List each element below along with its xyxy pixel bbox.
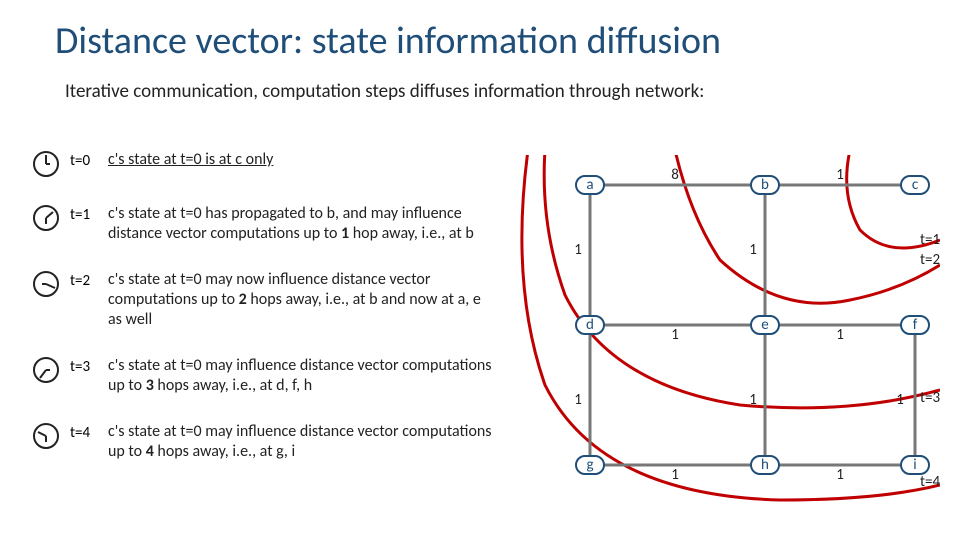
edge-weight: 1: [836, 166, 844, 184]
node-e: e: [750, 315, 780, 335]
node-i: i: [900, 455, 930, 475]
step-time: t=4: [70, 422, 108, 442]
step-time: t=2: [70, 270, 108, 290]
step-row: t=0 c's state at t=0 is at c only: [72, 150, 492, 178]
network-graph: a b c d e f g h i 8 1 1 1 1 1 1 1 1 1 1 …: [520, 155, 940, 515]
edge-weight: 1: [749, 391, 757, 409]
node-d: d: [575, 315, 605, 335]
step-time: t=0: [70, 150, 108, 170]
step-desc: c's state at t=0 may now influence dista…: [108, 270, 492, 330]
step-row: t=4 c's state at t=0 may influence dista…: [72, 422, 492, 462]
edge-weight: 8: [671, 166, 679, 184]
step-row: t=1 c's state at t=0 has propagated to b…: [72, 204, 492, 244]
clock-icon: [32, 422, 60, 450]
step-row: t=2 c's state at t=0 may now influence d…: [72, 270, 492, 330]
edge-weight: 1: [836, 326, 844, 344]
page-subtitle: Iterative communication, computation ste…: [0, 64, 960, 103]
node-g: g: [575, 455, 605, 475]
step-desc: c's state at t=0 has propagated to b, an…: [108, 204, 492, 244]
clock-icon: [32, 270, 60, 298]
step-desc: c's state at t=0 may influence distance …: [108, 356, 492, 396]
wave-label: t=3: [920, 389, 940, 407]
wave-t2: [675, 155, 940, 303]
node-c: c: [900, 175, 930, 195]
step-desc: c's state at t=0 is at c only: [108, 150, 492, 170]
edge-weight: 1: [574, 391, 582, 409]
edge-weight: 1: [574, 241, 582, 259]
edge-weight: 1: [671, 326, 679, 344]
step-desc: c's state at t=0 may influence distance …: [108, 422, 492, 462]
wave-t3: [544, 155, 940, 408]
clock-icon: [32, 204, 60, 232]
clock-icon: [32, 150, 60, 178]
wave-label: t=4: [920, 473, 940, 491]
step-time: t=3: [70, 356, 108, 376]
clock-icon: [32, 356, 60, 384]
wave-label: t=2: [920, 251, 940, 269]
wave-label: t=1: [920, 231, 940, 249]
node-h: h: [750, 455, 780, 475]
edge-weight: 1: [749, 241, 757, 259]
edge-weight: 1: [836, 466, 844, 484]
step-list: t=0 c's state at t=0 is at c only t=1 c'…: [72, 150, 492, 488]
step-row: t=3 c's state at t=0 may influence dista…: [72, 356, 492, 396]
node-f: f: [900, 315, 930, 335]
step-time: t=1: [70, 204, 108, 224]
node-a: a: [575, 175, 605, 195]
edge-weight: 1: [671, 466, 679, 484]
node-b: b: [750, 175, 780, 195]
page-title: Distance vector: state information diffu…: [0, 0, 960, 64]
edge-weight: 1: [896, 391, 904, 409]
